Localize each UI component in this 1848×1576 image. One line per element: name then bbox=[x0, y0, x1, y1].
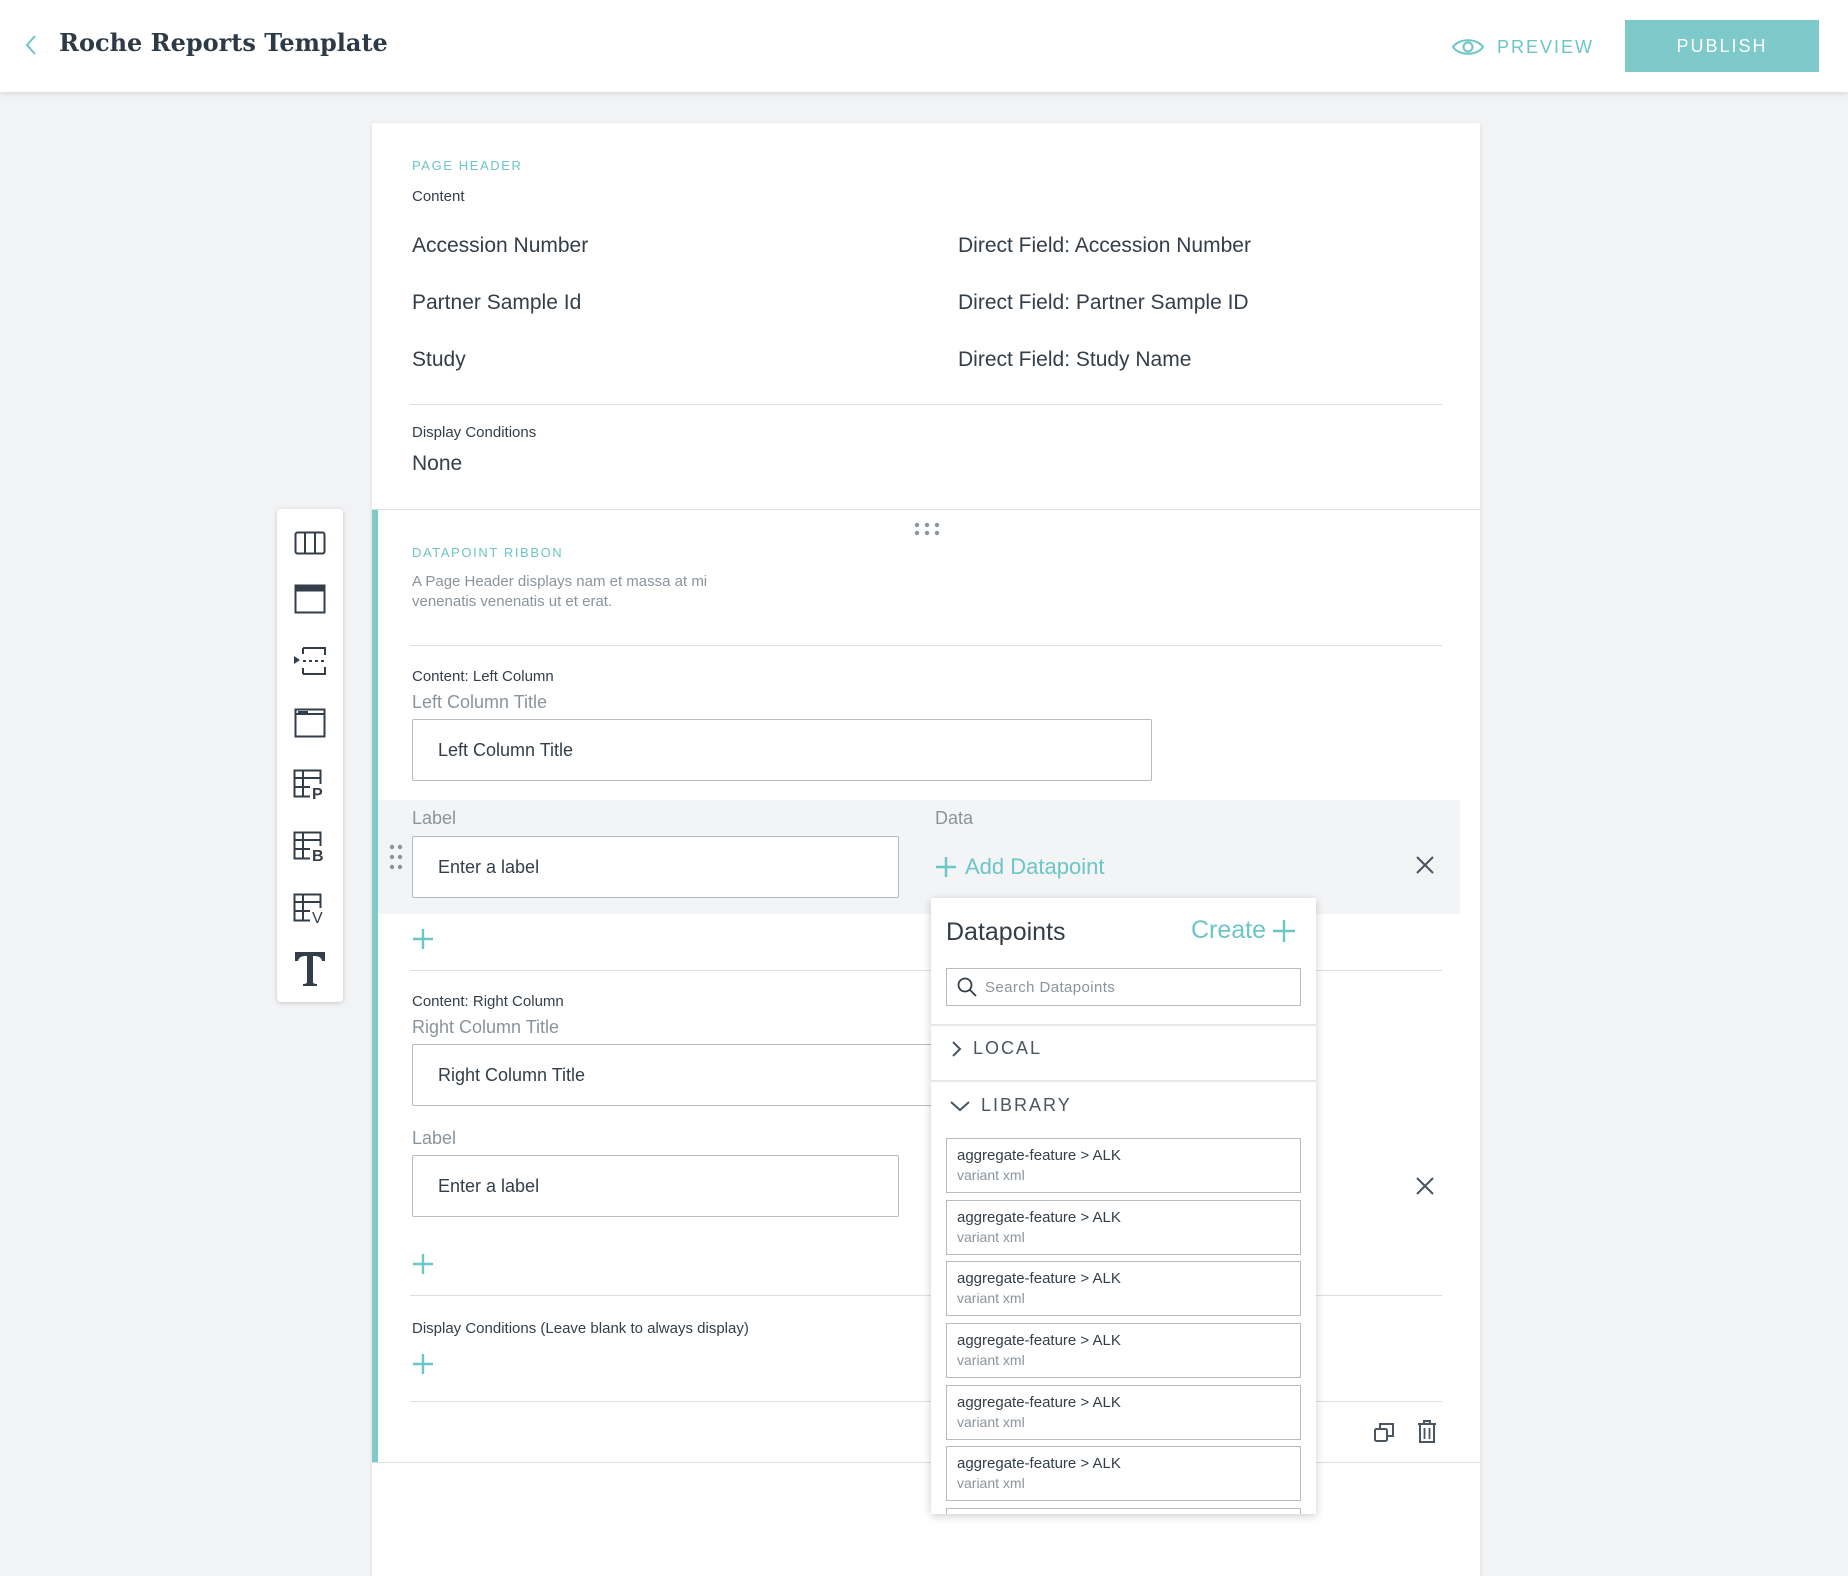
eye-icon bbox=[1451, 39, 1485, 55]
ribbon-display-conditions-label: Display Conditions (Leave blank to alway… bbox=[412, 1320, 749, 1337]
header-row-value: Direct Field: Accession Number bbox=[958, 234, 1251, 257]
item-title: aggregate-feature > ALK bbox=[957, 1270, 1121, 1287]
add-condition-icon[interactable] bbox=[412, 1353, 434, 1375]
group-local[interactable]: LOCAL bbox=[949, 1038, 1042, 1059]
label-input[interactable]: Enter a label bbox=[412, 836, 899, 898]
datapoints-title: Datapoints bbox=[946, 918, 1066, 946]
chevron-down-icon bbox=[950, 1100, 970, 1111]
publish-button[interactable]: PUBLISH bbox=[1625, 20, 1819, 72]
close-icon[interactable] bbox=[1415, 855, 1435, 875]
insert-section-icon[interactable] bbox=[292, 643, 328, 679]
plus-icon bbox=[936, 857, 956, 877]
label-data-row: Label Data Enter a label Add Datapoint bbox=[378, 800, 1460, 914]
item-title: aggregate-feature > ALK bbox=[957, 1394, 1121, 1411]
datapoint-item-partial[interactable] bbox=[946, 1508, 1301, 1514]
label-input[interactable]: Enter a label bbox=[412, 1155, 899, 1217]
columns-icon[interactable] bbox=[292, 525, 328, 561]
table-b-icon[interactable]: B bbox=[292, 829, 328, 865]
ribbon-section-tag: DATAPOINT RIBBON bbox=[412, 545, 564, 560]
display-conditions-value: None bbox=[412, 452, 463, 475]
item-subtitle: variant xml bbox=[957, 1475, 1025, 1491]
search-icon bbox=[957, 977, 977, 997]
item-subtitle: variant xml bbox=[957, 1352, 1025, 1368]
page-header-content-label: Content bbox=[412, 188, 465, 205]
group-label: LIBRARY bbox=[981, 1095, 1072, 1115]
top-bar: Roche Reports Template PREVIEW PUBLISH bbox=[0, 0, 1848, 92]
drag-handle-icon[interactable] bbox=[914, 522, 940, 536]
component-toolbar: P B V bbox=[277, 509, 343, 1002]
svg-text:V: V bbox=[312, 910, 323, 925]
svg-text:B: B bbox=[312, 848, 324, 863]
add-row-icon[interactable] bbox=[412, 1253, 434, 1275]
group-library[interactable]: LIBRARY bbox=[949, 1095, 1072, 1116]
trash-icon[interactable] bbox=[1417, 1420, 1437, 1444]
duplicate-icon[interactable] bbox=[1373, 1421, 1395, 1443]
label-heading: Label bbox=[412, 808, 457, 828]
item-subtitle: variant xml bbox=[957, 1167, 1025, 1183]
table-v-icon[interactable]: V bbox=[292, 891, 328, 927]
search-input[interactable] bbox=[985, 978, 1285, 996]
header-row-label: Accession Number bbox=[412, 234, 589, 257]
left-column-title-input[interactable]: Left Column Title bbox=[412, 719, 1152, 781]
group-label: LOCAL bbox=[973, 1038, 1043, 1058]
right-column-title-label: Right Column Title bbox=[412, 1017, 560, 1037]
datapoints-search bbox=[946, 968, 1301, 1006]
ribbon-description: A Page Header displays nam et massa at m… bbox=[412, 573, 708, 610]
chevron-right-icon bbox=[952, 1040, 962, 1057]
header-row-label: Study bbox=[412, 348, 466, 371]
page-title: Roche Reports Template bbox=[59, 28, 388, 57]
datapoint-item[interactable]: aggregate-feature > ALK variant xml bbox=[946, 1138, 1301, 1193]
display-conditions-label: Display Conditions bbox=[412, 424, 537, 441]
header-row-value: Direct Field: Study Name bbox=[958, 348, 1192, 371]
left-column-title-label: Left Column Title bbox=[412, 692, 548, 712]
header-block-icon[interactable] bbox=[292, 581, 328, 617]
close-icon[interactable] bbox=[1415, 1176, 1435, 1196]
header-block-alt-icon[interactable] bbox=[292, 705, 328, 741]
selected-accent-bar bbox=[372, 510, 378, 1462]
item-title: aggregate-feature > ALK bbox=[957, 1209, 1121, 1226]
item-subtitle: variant xml bbox=[957, 1414, 1025, 1430]
item-title: aggregate-feature > ALK bbox=[957, 1147, 1121, 1164]
datapoints-dropdown: Datapoints Create LOCAL LIBRARY aggregat… bbox=[931, 898, 1316, 1514]
divider bbox=[410, 645, 1442, 646]
item-title: aggregate-feature > ALK bbox=[957, 1455, 1121, 1472]
datapoint-item[interactable]: aggregate-feature > ALK variant xml bbox=[946, 1200, 1301, 1255]
table-p-icon[interactable]: P bbox=[292, 767, 328, 803]
divider bbox=[931, 1080, 1316, 1082]
add-datapoint-button[interactable]: Add Datapoint bbox=[935, 854, 1104, 880]
datapoint-item[interactable]: aggregate-feature > ALK variant xml bbox=[946, 1385, 1301, 1440]
item-title: aggregate-feature > ALK bbox=[957, 1332, 1121, 1349]
page-header-section-tag: PAGE HEADER bbox=[412, 158, 523, 173]
item-subtitle: variant xml bbox=[957, 1290, 1025, 1306]
create-label: Create bbox=[1190, 916, 1266, 944]
item-subtitle: variant xml bbox=[957, 1229, 1025, 1245]
create-datapoint-button[interactable]: Create bbox=[1191, 916, 1296, 945]
divider bbox=[410, 404, 1442, 405]
label-heading: Label bbox=[412, 1128, 457, 1148]
data-heading: Data bbox=[935, 808, 974, 828]
header-row-label: Partner Sample Id bbox=[412, 291, 582, 314]
right-column-content-label: Content: Right Column bbox=[412, 993, 564, 1010]
left-column-content-label: Content: Left Column bbox=[412, 668, 554, 685]
divider bbox=[931, 1024, 1316, 1026]
preview-button[interactable]: PREVIEW bbox=[1451, 30, 1594, 64]
header-row-value: Direct Field: Partner Sample ID bbox=[958, 291, 1249, 314]
datapoint-item[interactable]: aggregate-feature > ALK variant xml bbox=[946, 1261, 1301, 1316]
datapoint-item[interactable]: aggregate-feature > ALK variant xml bbox=[946, 1446, 1301, 1501]
svg-text:P: P bbox=[312, 786, 323, 801]
datapoint-item[interactable]: aggregate-feature > ALK variant xml bbox=[946, 1323, 1301, 1378]
chevron-left-icon[interactable] bbox=[20, 30, 44, 60]
text-icon[interactable] bbox=[292, 951, 328, 987]
row-drag-handle-icon[interactable] bbox=[389, 844, 403, 870]
plus-icon bbox=[1273, 919, 1295, 942]
preview-label: PREVIEW bbox=[1497, 36, 1595, 57]
add-datapoint-label: Add Datapoint bbox=[965, 854, 1105, 879]
add-row-icon[interactable] bbox=[412, 928, 434, 950]
